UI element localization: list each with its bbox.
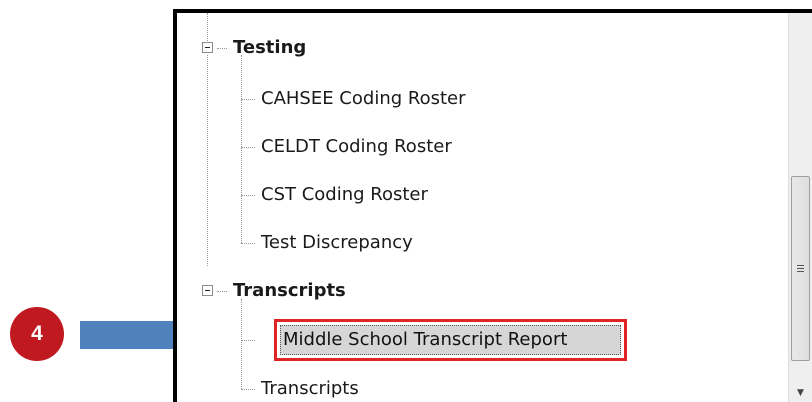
tree-guide-line (217, 291, 227, 292)
tree-guide-line (241, 243, 255, 244)
tree-guide-line (207, 13, 208, 41)
vertical-scrollbar[interactable]: ▼ (788, 13, 812, 402)
scroll-grip-icon (797, 268, 804, 269)
collapse-testing-toggle[interactable] (202, 42, 213, 53)
tree-item-middle-school-transcript-report[interactable]: Middle School Transcript Report (283, 329, 567, 350)
tree-item-celdt-coding-roster[interactable]: CELDT Coding Roster (261, 136, 452, 157)
tree-guide-line (241, 195, 255, 196)
tree-guide-line (207, 55, 208, 266)
tree-item-cst-coding-roster[interactable]: CST Coding Roster (261, 184, 428, 205)
report-tree-panel: Testing CAHSEE Coding Roster CELDT Codin… (173, 9, 812, 402)
scroll-grip-icon (797, 265, 804, 266)
tree-item-cahsee-coding-roster[interactable]: CAHSEE Coding Roster (261, 88, 466, 109)
step-number: 4 (31, 322, 43, 345)
tree-category-transcripts[interactable]: Transcripts (233, 280, 346, 301)
tree-guide-line (241, 147, 255, 148)
step-badge: 4 (10, 307, 64, 361)
tree-guide-line (241, 299, 242, 389)
tree-guide-line (241, 389, 255, 390)
tree-guide-line (241, 340, 255, 341)
collapse-transcripts-toggle[interactable] (202, 285, 213, 296)
tree-guide-line (241, 55, 242, 243)
tree-category-testing[interactable]: Testing (233, 37, 306, 58)
tree-item-test-discrepancy[interactable]: Test Discrepancy (261, 232, 413, 253)
scroll-grip-icon (797, 271, 804, 272)
scroll-down-arrow-icon[interactable]: ▼ (789, 384, 812, 402)
tree-item-transcripts[interactable]: Transcripts (261, 378, 359, 399)
tree-guide-line (217, 48, 227, 49)
tree-guide-line (241, 99, 255, 100)
scrollbar-thumb[interactable] (791, 176, 810, 361)
